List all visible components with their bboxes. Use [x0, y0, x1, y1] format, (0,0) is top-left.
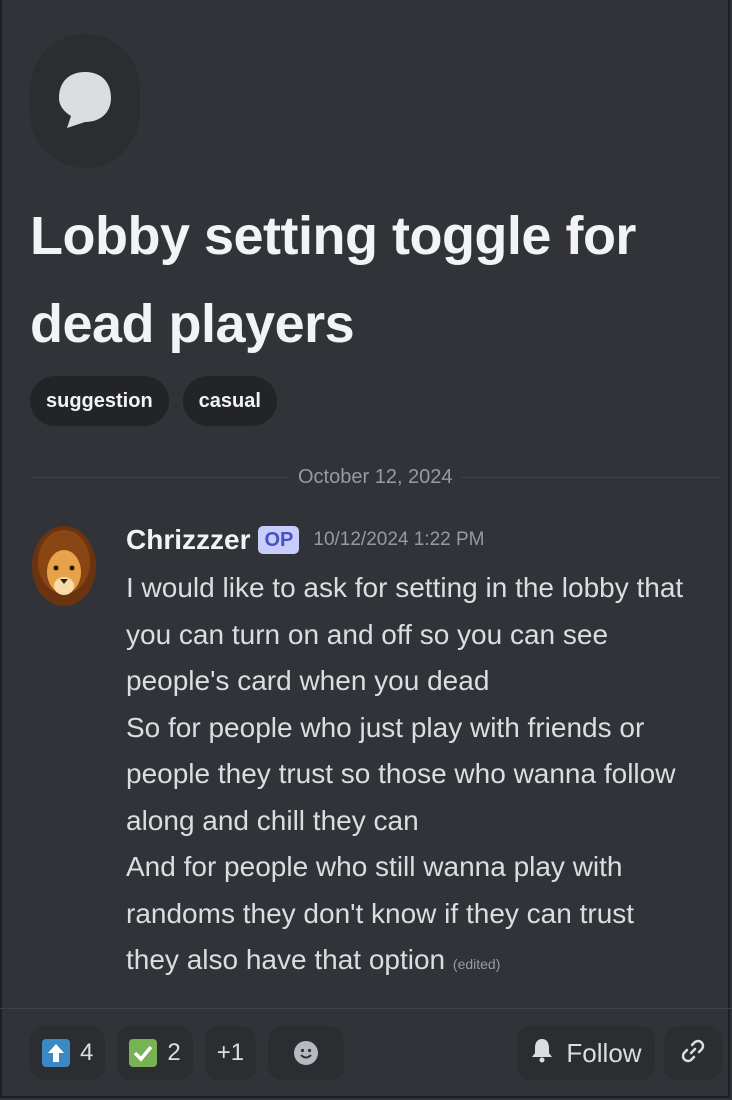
copy-link-button[interactable]: [664, 1026, 722, 1080]
edited-label: (edited): [452, 956, 501, 972]
reaction-count: 4: [80, 1039, 94, 1066]
add-reaction-button[interactable]: [268, 1026, 345, 1080]
tag-list: suggestion casual: [30, 376, 277, 426]
footer-divider: [0, 1008, 732, 1009]
message-line: I would like to ask for setting in the l…: [126, 572, 684, 696]
message-body: I would like to ask for setting in the l…: [126, 565, 686, 988]
add-reaction-icon: [294, 1041, 319, 1065]
reaction-upvote[interactable]: 4: [30, 1026, 106, 1080]
op-badge: OP: [258, 526, 300, 554]
message-timestamp[interactable]: 10/12/2024 1:22 PM: [313, 529, 484, 551]
check-mark-emoji-icon: [129, 1039, 158, 1067]
tag-suggestion[interactable]: suggestion: [30, 376, 169, 426]
author-name[interactable]: Chrizzzer: [126, 524, 250, 556]
thread-title: Lobby setting toggle for dead players: [30, 206, 636, 354]
date-divider-label: October 12, 2024: [290, 462, 461, 492]
message-line-text: And for people who still wanna play with…: [126, 851, 635, 975]
link-icon: [679, 1037, 707, 1070]
tag-casual[interactable]: casual: [182, 376, 277, 426]
message-header: Chrizzzer OP 10/12/2024 1:22 PM: [126, 524, 485, 556]
message-line: And for people who still wanna play with…: [126, 844, 686, 988]
reaction-bar: 4 2 +1: [30, 1026, 345, 1080]
up-arrow-emoji-icon: [42, 1039, 70, 1067]
reaction-count: 2: [167, 1039, 181, 1066]
message-line: So for people who just play with friends…: [126, 711, 676, 836]
reaction-more[interactable]: +1: [204, 1026, 257, 1080]
follow-button[interactable]: Follow: [517, 1026, 655, 1080]
follow-label: Follow: [566, 1037, 642, 1068]
user-avatar[interactable]: [30, 524, 98, 612]
chat-bubble-icon: [30, 34, 140, 168]
more-reactions-label: +1: [216, 1039, 245, 1066]
bell-icon: [530, 1037, 554, 1070]
reaction-check[interactable]: 2: [117, 1026, 193, 1080]
